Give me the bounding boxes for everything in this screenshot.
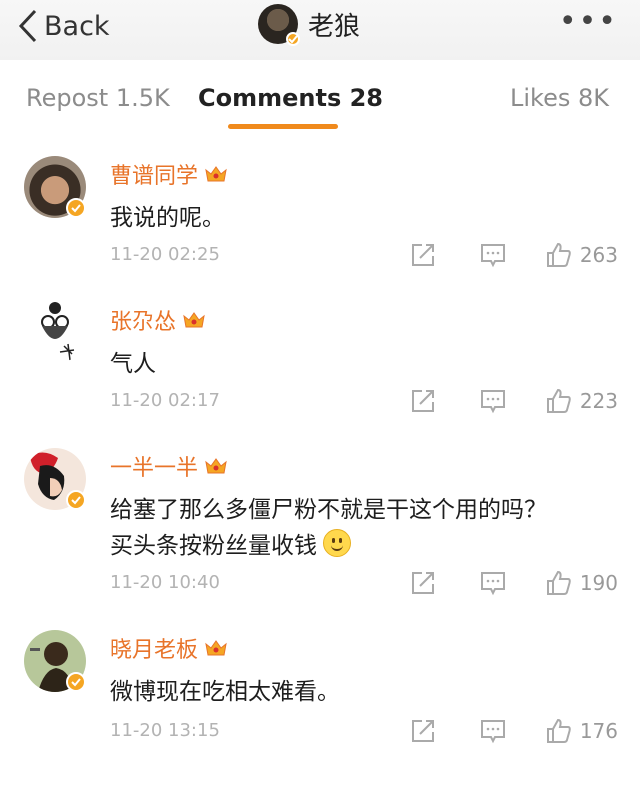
verified-icon [66, 490, 86, 510]
tab-bar: Repost 1.5K Comments 28 Likes 8K [0, 76, 640, 136]
chevron-left-icon [18, 9, 37, 43]
thumbs-up-icon [546, 718, 571, 743]
username[interactable]: 曹谱同学 [110, 158, 198, 190]
crown-icon [205, 640, 227, 656]
comment-text-span: 买头条按粉丝量收钱 [110, 533, 317, 559]
like-count: 223 [579, 389, 618, 413]
like-button[interactable]: 263 [546, 242, 618, 268]
comment-text: 微博现在吃相太难看。 [110, 679, 340, 705]
reply-button[interactable] [480, 570, 506, 596]
tab-likes[interactable]: Likes 8K [510, 84, 609, 112]
crown-icon [205, 458, 227, 474]
comment-item: 晓月老板 微博现在吃相太难看。 11-20 13:15 176 [0, 630, 640, 810]
smile-emoji-icon [323, 529, 351, 557]
share-button[interactable] [410, 718, 436, 744]
like-count: 176 [579, 719, 618, 743]
profile-title[interactable]: 老狼 [258, 2, 360, 46]
comment-item: 一半一半 给塞了那么多僵尸粉不就是干这个用的吗？ 买头条按粉丝量收钱 11-20… [0, 448, 640, 628]
crown-icon [205, 166, 227, 182]
verified-icon [286, 32, 300, 46]
avatar[interactable] [24, 630, 86, 692]
share-icon [411, 572, 434, 594]
share-button[interactable] [410, 242, 436, 268]
like-button[interactable]: 190 [546, 570, 618, 596]
share-icon [411, 720, 434, 742]
page-title: 老狼 [308, 11, 361, 42]
verified-icon [66, 198, 86, 218]
timestamp: 11-20 10:40 [110, 572, 220, 593]
share-icon [411, 390, 434, 412]
verified-icon [66, 672, 86, 692]
back-button[interactable]: Back [18, 6, 110, 46]
reply-icon [480, 244, 505, 268]
like-count: 263 [579, 243, 618, 267]
thumbs-up-icon [546, 570, 571, 595]
avatar[interactable] [24, 156, 86, 218]
avatar[interactable] [24, 448, 86, 510]
tab-comments[interactable]: Comments 28 [198, 84, 383, 112]
like-button[interactable]: 176 [546, 718, 618, 744]
like-button[interactable]: 223 [546, 388, 618, 414]
reply-icon [480, 572, 505, 596]
more-options-button[interactable]: ••• [559, 7, 618, 37]
share-button[interactable] [410, 570, 436, 596]
share-icon [411, 244, 434, 266]
reply-icon [480, 390, 505, 414]
active-tab-indicator [228, 124, 338, 129]
username[interactable]: 一半一半 [110, 450, 198, 482]
username[interactable]: 张尕怂 [110, 304, 176, 336]
comment-text-line: 给塞了那么多僵尸粉不就是干这个用的吗？ [110, 497, 547, 523]
crown-icon [183, 312, 205, 328]
avatar[interactable] [24, 302, 86, 364]
back-label: Back [44, 10, 110, 42]
comment-text: 给塞了那么多僵尸粉不就是干这个用的吗？ 买头条按粉丝量收钱 [110, 492, 610, 564]
top-bar: Back 老狼 ••• [0, 0, 640, 60]
thumbs-up-icon [546, 388, 571, 413]
reply-button[interactable] [480, 718, 506, 744]
thumbs-up-icon [546, 242, 571, 267]
username[interactable]: 晓月老板 [110, 632, 198, 664]
timestamp: 11-20 02:17 [110, 390, 220, 411]
comment-text: 气人 [110, 351, 156, 377]
reply-icon [480, 720, 505, 744]
tab-repost[interactable]: Repost 1.5K [26, 84, 170, 112]
comment-text-line: 买头条按粉丝量收钱 [110, 528, 610, 564]
comment-text: 我说的呢。 [110, 205, 225, 231]
avatar [258, 4, 300, 46]
reply-button[interactable] [480, 388, 506, 414]
like-count: 190 [579, 571, 618, 595]
reply-button[interactable] [480, 242, 506, 268]
share-button[interactable] [410, 388, 436, 414]
timestamp: 11-20 13:15 [110, 720, 220, 741]
timestamp: 11-20 02:25 [110, 244, 220, 265]
